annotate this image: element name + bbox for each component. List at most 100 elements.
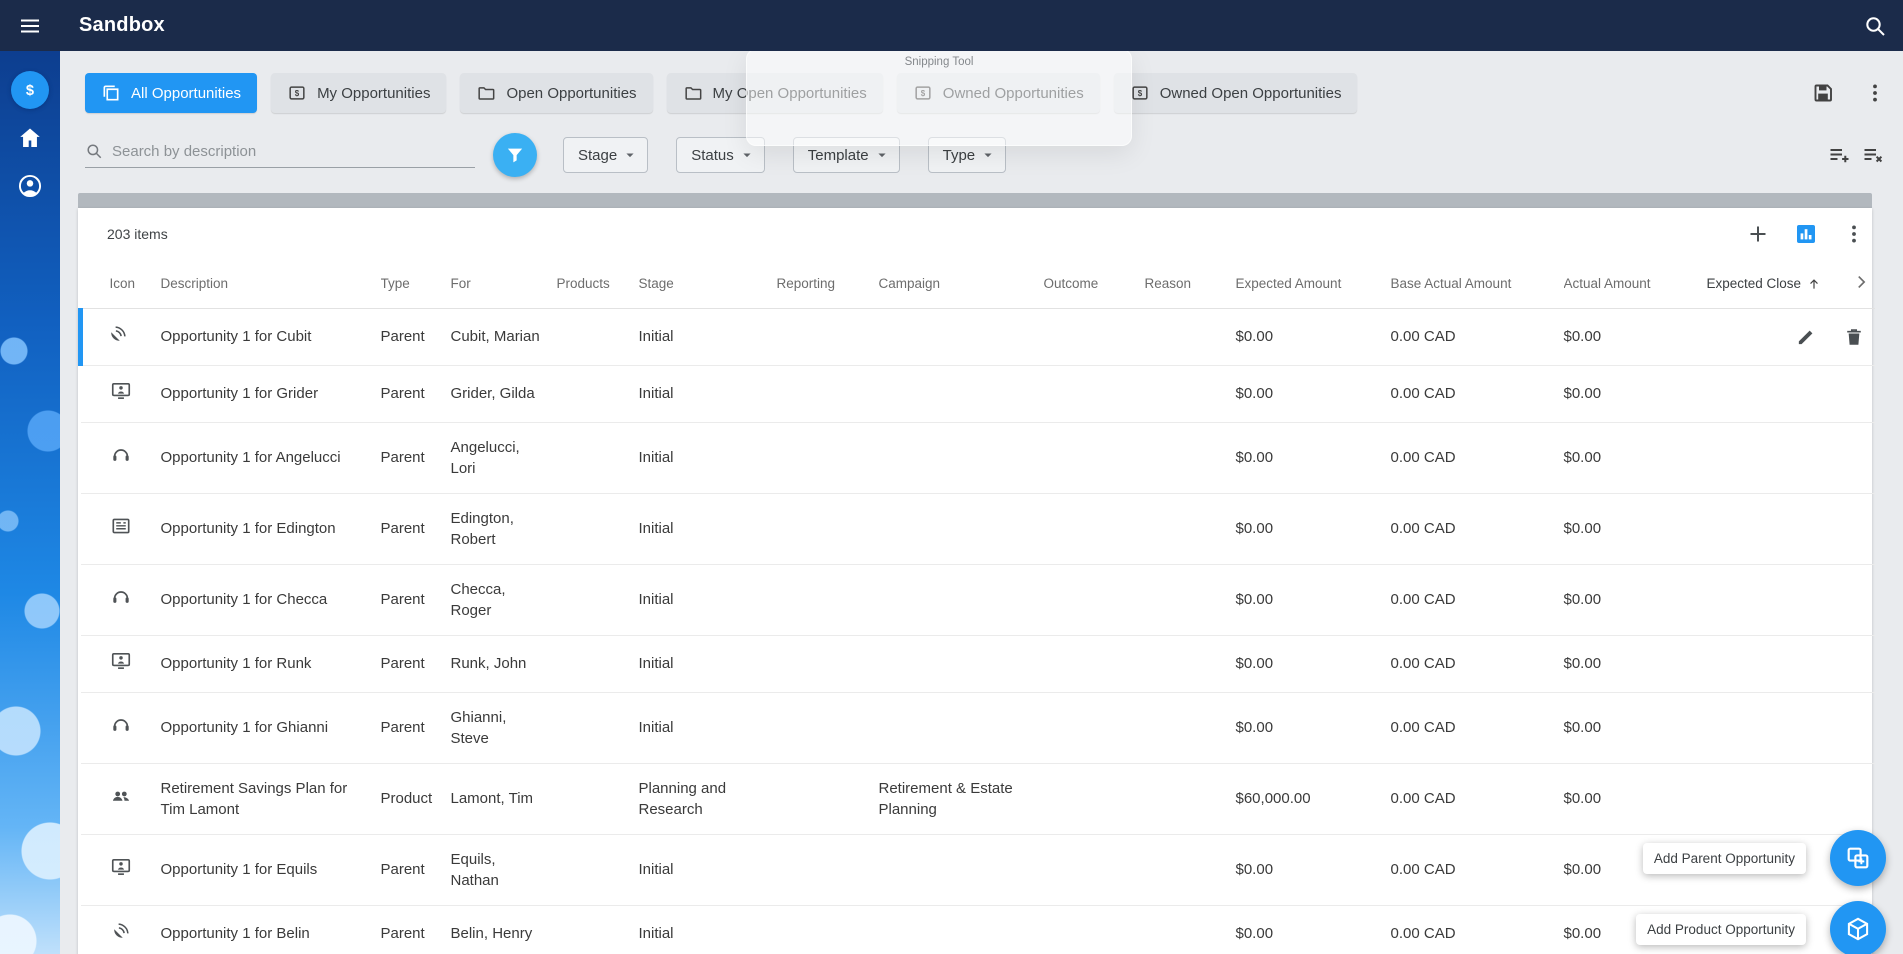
table-scroll-right-button[interactable] — [1850, 260, 1875, 309]
column-header-base-actual-amount[interactable]: Base Actual Amount — [1390, 260, 1564, 309]
cell-products — [556, 763, 639, 835]
filter-dropdowns: Stage Status Template Type — [563, 137, 1007, 173]
list-actions — [1827, 143, 1887, 167]
cell-expected-close — [1706, 308, 1861, 366]
cell-actual-amount: $0.00 — [1563, 308, 1707, 366]
funnel-icon — [504, 144, 526, 166]
dollar-icon: $ — [19, 79, 41, 101]
svg-text:$: $ — [295, 89, 300, 98]
column-header-reporting[interactable]: Reporting — [776, 260, 879, 309]
column-header-description[interactable]: Description — [160, 260, 381, 309]
items-count: 203 items — [107, 226, 168, 242]
cell-type: Parent — [380, 635, 451, 693]
cell-outcome — [1043, 635, 1145, 693]
cell-campaign — [878, 905, 1044, 954]
cell-icon — [78, 308, 161, 366]
dropdown-stage[interactable]: Stage — [563, 137, 649, 173]
sidebar-item-account[interactable] — [11, 167, 49, 205]
column-header-icon[interactable]: Icon — [80, 260, 161, 309]
cell-spacer — [1850, 692, 1875, 764]
cell-for: Ghianni, Steve — [450, 692, 557, 764]
column-header-type[interactable]: Type — [380, 260, 451, 309]
add-product-opportunity-fab[interactable] — [1830, 901, 1886, 954]
column-header-for[interactable]: For — [450, 260, 557, 309]
table-row[interactable]: Opportunity 1 for Grider Parent Grider, Gi… — [80, 365, 1875, 423]
cell-reason — [1144, 493, 1236, 565]
global-search-button[interactable] — [1863, 14, 1887, 38]
view-chip-my-opportunities[interactable]: $ My Opportunities — [271, 73, 447, 113]
sidebar-item-opportunities[interactable]: $ — [11, 71, 49, 109]
add-parent-icon — [1845, 845, 1871, 871]
view-chip-all-opportunities[interactable]: All Opportunities — [85, 73, 258, 113]
column-header-expected-close[interactable]: Expected Close — [1706, 260, 1851, 309]
view-chip-label: Owned Open Opportunities — [1159, 84, 1342, 102]
column-header-products[interactable]: Products — [556, 260, 639, 309]
table-row[interactable]: Opportunity 1 for Cubit Parent Cubit, Mari… — [78, 308, 1875, 366]
view-chip-open-opportunities[interactable]: Open Opportunities — [460, 73, 653, 113]
dropdown-template[interactable]: Template — [792, 137, 900, 173]
cell-base-actual-amount: 0.00 CAD — [1390, 308, 1564, 366]
column-header-actual-amount[interactable]: Actual Amount — [1563, 260, 1707, 309]
more-options-button[interactable] — [1863, 81, 1887, 105]
column-header-reason[interactable]: Reason — [1144, 260, 1236, 309]
menu-icon — [18, 14, 42, 38]
sidebar-item-home[interactable] — [11, 119, 49, 157]
add-parent-opportunity-fab[interactable] — [1830, 830, 1886, 886]
filter-button[interactable] — [493, 133, 537, 177]
cell-icon — [80, 692, 161, 764]
table-header-row: Icon Description Type For Products Stage Repor… — [80, 260, 1875, 309]
cell-stage: Initial — [638, 635, 777, 693]
cell-actual-amount: $0.00 — [1563, 635, 1707, 693]
edit-row-button[interactable] — [1795, 326, 1817, 348]
monitor-user-icon — [110, 380, 132, 402]
menu-button[interactable] — [18, 14, 42, 38]
cell-expected-close — [1706, 635, 1851, 693]
dropdown-label: Status — [691, 146, 734, 164]
cell-campaign — [878, 635, 1044, 693]
cell-icon — [80, 635, 161, 693]
filter-row: Stage Status Template Type — [85, 133, 1887, 177]
table-row[interactable]: Retirement Savings Plan for Tim Lamont Pr… — [80, 763, 1875, 835]
view-chip-owned-open-opportunities[interactable]: $ Owned Open Opportunities — [1113, 73, 1358, 113]
table-row[interactable]: Opportunity 1 for Belin Parent Belin, Henr… — [80, 905, 1875, 954]
dropdown-label: Stage — [578, 146, 618, 164]
dropdown-type[interactable]: Type — [927, 137, 1007, 173]
search-icon — [85, 142, 103, 160]
column-header-outcome[interactable]: Outcome — [1043, 260, 1145, 309]
playlist-add-button[interactable] — [1827, 143, 1851, 167]
playlist-remove-button[interactable] — [1861, 143, 1885, 167]
table-row[interactable]: Opportunity 1 for Checca Parent Checca, Ro… — [80, 564, 1875, 636]
column-header-expected-amount[interactable]: Expected Amount — [1235, 260, 1391, 309]
home-icon — [17, 125, 43, 151]
save-button[interactable] — [1811, 81, 1835, 105]
chart-view-button[interactable] — [1794, 222, 1818, 246]
table-more-button[interactable] — [1842, 222, 1866, 246]
column-header-stage[interactable]: Stage — [638, 260, 777, 309]
table-row[interactable]: Opportunity 1 for Edington Parent Edington… — [80, 493, 1875, 565]
dropdown-status[interactable]: Status — [676, 137, 765, 173]
table-row[interactable]: Opportunity 1 for Equils Parent Equils, Na… — [80, 834, 1875, 906]
delete-row-button[interactable] — [1843, 326, 1865, 348]
main-content: All Opportunities $ My Opportunities Open O… — [60, 51, 1903, 954]
table-row[interactable]: Opportunity 1 for Runk Parent Runk, John In… — [80, 635, 1875, 693]
column-header-campaign[interactable]: Campaign — [878, 260, 1044, 309]
cell-base-actual-amount: 0.00 CAD — [1390, 422, 1564, 494]
view-chip-my-open-opportunities[interactable]: My Open Opportunities — [666, 73, 883, 113]
cell-reporting — [776, 905, 879, 954]
column-label: Expected Close — [1706, 276, 1802, 292]
table-row[interactable]: Opportunity 1 for Angelucci Parent Angeluc… — [80, 422, 1875, 494]
table-toolbar: 203 items — [78, 208, 1872, 260]
horizontal-scrollbar[interactable] — [78, 193, 1872, 208]
view-chip-owned-opportunities[interactable]: $ Owned Opportunities — [896, 73, 1100, 113]
cell-expected-close — [1706, 493, 1851, 565]
cell-stage: Initial — [638, 422, 777, 494]
table-row[interactable]: Opportunity 1 for Ghianni Parent Ghianni, … — [80, 692, 1875, 764]
cell-reporting — [776, 493, 879, 565]
cell-reporting — [776, 635, 879, 693]
cell-description: Opportunity 1 for Ghianni — [160, 692, 381, 764]
search-input[interactable] — [112, 142, 475, 160]
kebab-icon — [1863, 81, 1887, 105]
cell-reporting — [776, 564, 879, 636]
add-item-button[interactable] — [1746, 222, 1770, 246]
card-dollar-icon: $ — [1130, 83, 1150, 103]
